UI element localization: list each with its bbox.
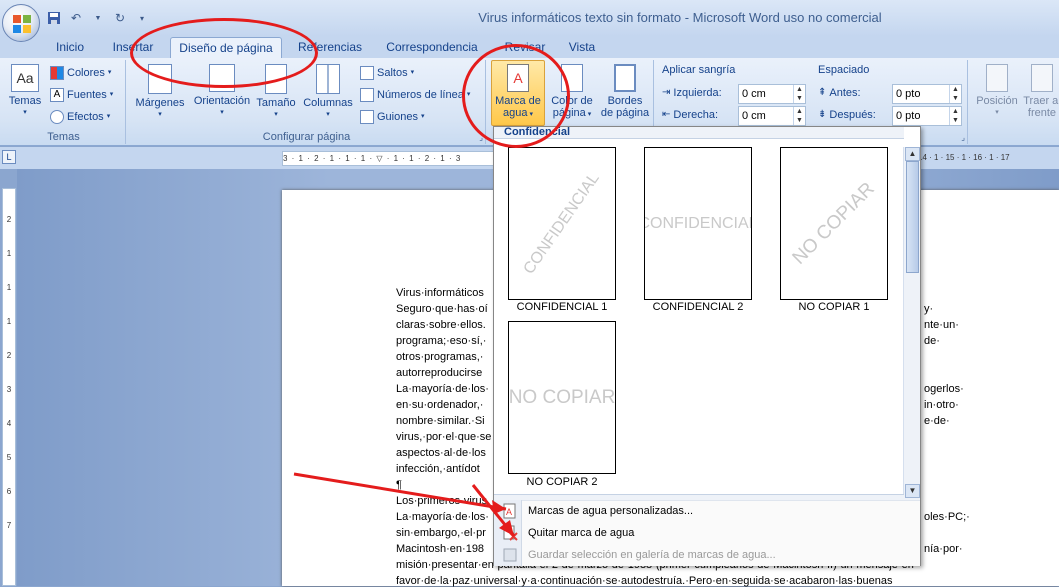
annotation-arrows xyxy=(293,472,516,537)
